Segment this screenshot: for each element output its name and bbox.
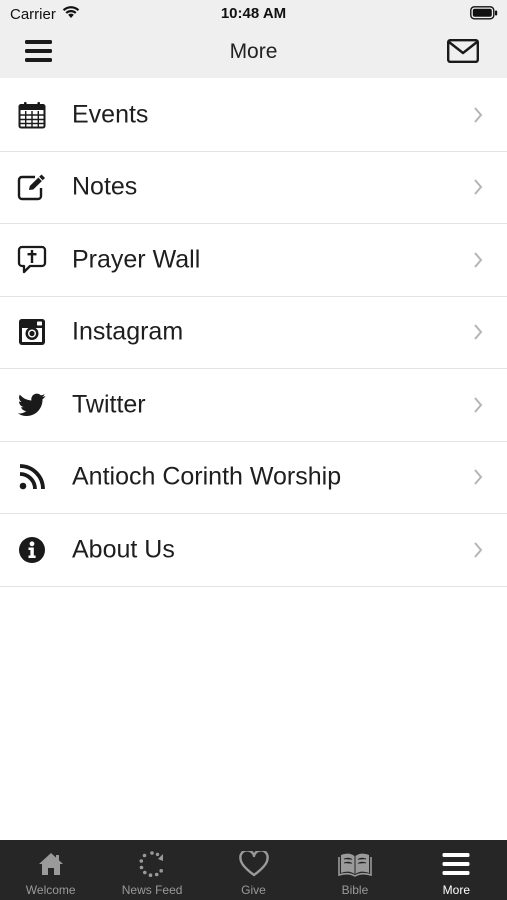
info-icon [16, 534, 48, 566]
heart-icon [237, 849, 271, 879]
chevron-right-icon [471, 250, 485, 270]
tab-welcome[interactable]: Welcome [0, 840, 101, 900]
chevron-right-icon [471, 540, 485, 560]
menu-item-twitter[interactable]: Twitter [0, 369, 507, 442]
tab-more[interactable]: More [406, 840, 507, 900]
tab-bar: Welcome News Feed Give Bible More [0, 840, 507, 900]
more-menu-list: Events Notes Prayer Wall Instagram Twitt… [0, 79, 507, 587]
tab-label: Welcome [25, 883, 76, 897]
mail-button[interactable] [445, 38, 481, 68]
menu-item-about-us[interactable]: About Us [0, 514, 507, 587]
chevron-right-icon [471, 467, 485, 487]
rss-icon [16, 461, 48, 493]
menu-item-label: Twitter [72, 390, 146, 419]
menu-item-label: About Us [72, 535, 175, 564]
chevron-right-icon [471, 395, 485, 415]
menu-item-notes[interactable]: Notes [0, 152, 507, 224]
instagram-icon [16, 316, 48, 348]
book-icon [338, 849, 372, 879]
tab-give[interactable]: Give [203, 840, 304, 900]
menu-item-label: Instagram [72, 317, 184, 346]
tab-label: Bible [341, 883, 369, 897]
tab-label: News Feed [121, 883, 183, 897]
menu-item-label: Events [72, 100, 149, 129]
tab-label: Give [241, 883, 266, 897]
chevron-right-icon [471, 105, 485, 125]
page-title: More [229, 40, 278, 63]
tab-label: More [442, 883, 470, 897]
edit-icon [16, 171, 48, 203]
envelope-icon [447, 38, 480, 68]
status-bar: Carrier 10:48 AM [0, 0, 507, 28]
menu-item-label: Antioch Corinth Worship [72, 462, 342, 491]
menu-item-antioch-corinth-worship[interactable]: Antioch Corinth Worship [0, 442, 507, 514]
battery-icon [470, 6, 498, 24]
menu-item-prayer-wall[interactable]: Prayer Wall [0, 224, 507, 297]
refresh-icon [135, 849, 169, 879]
menu-item-events[interactable]: Events [0, 79, 507, 152]
menu-item-label: Prayer Wall [72, 245, 201, 274]
tab-news-feed[interactable]: News Feed [101, 840, 202, 900]
calendar-icon [16, 99, 48, 131]
hamburger-icon [439, 849, 473, 879]
navigation-bar: More [0, 28, 507, 78]
twitter-icon [16, 389, 48, 421]
chevron-right-icon [471, 177, 485, 197]
home-icon [34, 849, 68, 879]
menu-item-label: Notes [72, 172, 138, 201]
tab-bible[interactable]: Bible [304, 840, 405, 900]
chevron-right-icon [471, 322, 485, 342]
status-time: 10:48 AM [220, 5, 287, 22]
prayer-bubble-icon [16, 244, 48, 276]
menu-item-instagram[interactable]: Instagram [0, 297, 507, 369]
